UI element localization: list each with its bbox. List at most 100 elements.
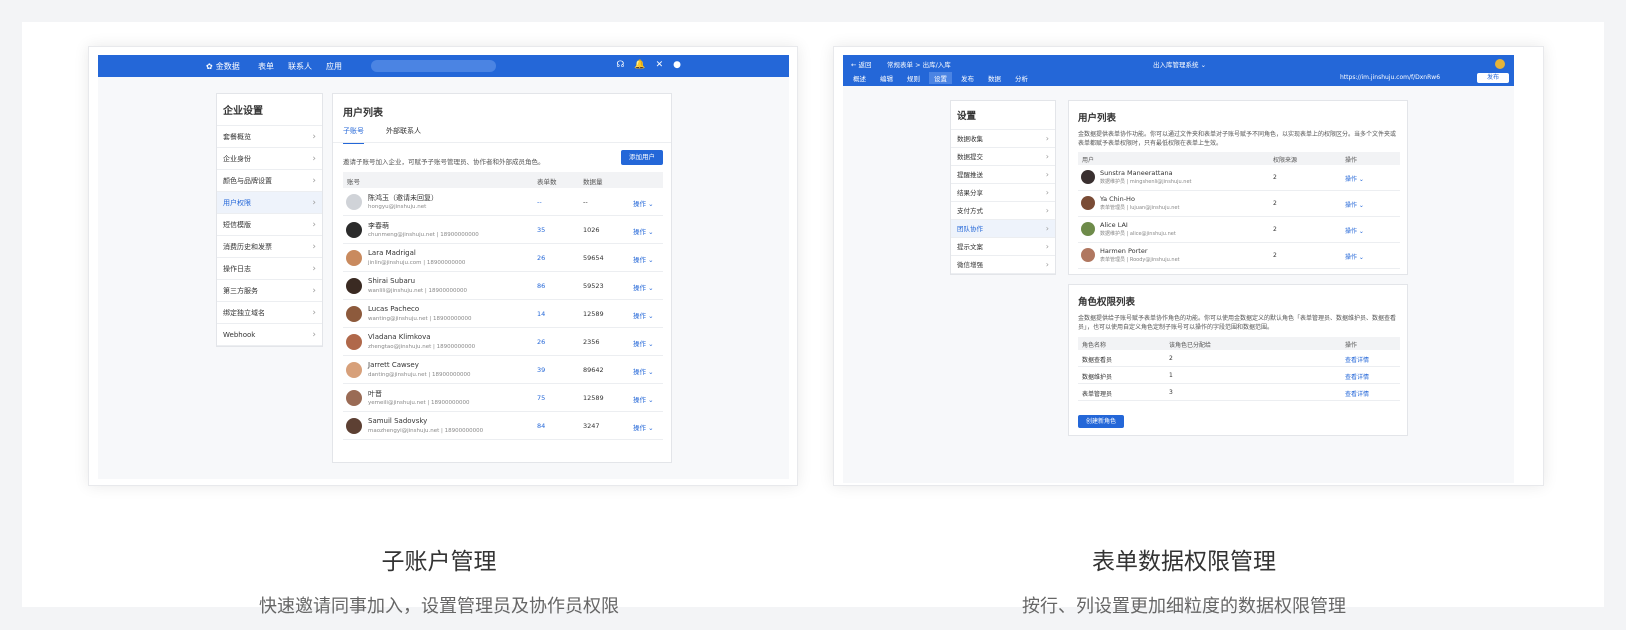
sidebar-item[interactable]: 企业身份 › xyxy=(217,148,322,170)
chevron-down-icon: ⌄ xyxy=(646,312,654,320)
chevron-down-icon: ⌄ xyxy=(1357,254,1364,261)
action-dropdown[interactable]: 操作 ⌄ xyxy=(1345,226,1364,235)
form-title-dropdown[interactable]: 出入库管理系统 ⌄ xyxy=(1153,59,1206,69)
data-count: -- xyxy=(583,198,588,206)
form-topbar: ← 返回 常规表单 > 出库/入库 出入库管理系统 ⌄ 概述 编辑 规则 设置 发布 数据… xyxy=(843,55,1514,86)
sidebar-item[interactable]: 操作日志 › xyxy=(217,258,322,280)
form-count[interactable]: 26 xyxy=(537,338,545,346)
publish-button[interactable]: 发布 xyxy=(1477,73,1509,83)
form-count[interactable]: 84 xyxy=(537,422,545,430)
sidebar-item-label: 短信模版 xyxy=(223,221,251,229)
view-details-link[interactable]: 查看详情 xyxy=(1345,355,1369,364)
stage: ✿ 金数据 表单 联系人 应用 ☊ 🔔 ✕ ● 企业设置 套餐概览 › 企业身份 › 颜色… xyxy=(22,22,1604,617)
sidebar-item[interactable]: 团队协作 › xyxy=(951,220,1055,238)
chevron-right-icon: › xyxy=(1045,134,1049,143)
nav-forms[interactable]: 表单 xyxy=(258,61,274,72)
col-account: 账号 xyxy=(347,178,360,186)
chevron-down-icon: ⌄ xyxy=(646,368,654,376)
nav-contacts[interactable]: 联系人 xyxy=(288,61,312,72)
sidebar-item[interactable]: 短信模版 › xyxy=(217,214,322,236)
add-user-button[interactable]: 添加用户 xyxy=(621,150,663,165)
view-details-link[interactable]: 查看详情 xyxy=(1345,372,1369,381)
action-dropdown[interactable]: 操作 ⌄ xyxy=(633,310,654,320)
sidebar-item[interactable]: Webhook › xyxy=(217,324,322,346)
role-name: 表单管理员 xyxy=(1082,391,1113,398)
bell-icon[interactable]: 🔔 xyxy=(634,60,645,70)
action-dropdown[interactable]: 操作 ⌄ xyxy=(1345,174,1364,183)
action-dropdown[interactable]: 操作 ⌄ xyxy=(1345,252,1364,261)
sidebar-item[interactable]: 颜色与品牌设置 › xyxy=(217,170,322,192)
sidebar-item[interactable]: 数据收集 › xyxy=(951,130,1055,148)
action-label: 操作 xyxy=(633,228,646,236)
form-count[interactable]: 35 xyxy=(537,226,545,234)
back-link[interactable]: ← 返回 xyxy=(851,59,872,69)
tools-icon[interactable]: ✕ xyxy=(656,60,664,70)
tab-0[interactable]: 概述 xyxy=(853,73,866,83)
sidebar-item[interactable]: 提示文案 › xyxy=(951,238,1055,256)
action-dropdown[interactable]: 操作 ⌄ xyxy=(633,198,654,208)
table-row: 李春萌 chunmeng@jinshuju.net | 18900000000 35… xyxy=(343,216,663,244)
tab-1[interactable]: 编辑 xyxy=(880,73,893,83)
chevron-right-icon: › xyxy=(312,198,316,208)
chevron-down-icon: ⌄ xyxy=(1357,176,1364,183)
sidebar-item[interactable]: 结果分享 › xyxy=(951,184,1055,202)
sidebar-item[interactable]: 套餐概览 › xyxy=(217,126,322,148)
tab-2[interactable]: 规则 xyxy=(907,73,920,83)
chevron-down-icon: ⌄ xyxy=(646,256,654,264)
sidebar-item[interactable]: 微信增强 › xyxy=(951,256,1055,274)
form-count[interactable]: 86 xyxy=(537,282,545,290)
sidebar-item[interactable]: 第三方服务 › xyxy=(217,280,322,302)
user-email: wanting@jinshuju.net | 18900000000 xyxy=(368,316,472,322)
search-input[interactable] xyxy=(371,60,496,72)
sidebar-item[interactable]: 支付方式 › xyxy=(951,202,1055,220)
action-dropdown[interactable]: 操作 ⌄ xyxy=(633,366,654,376)
table-header: 用户 权限来源 操作 xyxy=(1078,152,1400,165)
table-row: 表单管理员 3 查看详情 xyxy=(1078,384,1400,401)
content-area: 设置 数据收集 › 数据提交 › 提醒推送 › 结果分享 › 支付方式 › 团队协作 › 提示文案 › 微信… xyxy=(843,86,1514,483)
brand-logo[interactable]: ✿ 金数据 xyxy=(206,61,240,72)
sidebar-item[interactable]: 用户权限 › xyxy=(217,192,322,214)
sidebar-item[interactable]: 数据提交 › xyxy=(951,148,1055,166)
sidebar-title: 企业设置 xyxy=(217,94,322,126)
action-dropdown[interactable]: 操作 ⌄ xyxy=(633,394,654,404)
form-count[interactable]: -- xyxy=(537,198,542,206)
view-details-link[interactable]: 查看详情 xyxy=(1345,389,1369,398)
avatar xyxy=(1081,222,1095,236)
headset-icon[interactable]: ☊ xyxy=(616,60,624,70)
action-dropdown[interactable]: 操作 ⌄ xyxy=(633,226,654,236)
form-count[interactable]: 14 xyxy=(537,310,545,318)
settings-sidebar: 设置 数据收集 › 数据提交 › 提醒推送 › 结果分享 › 支付方式 › 团队协作 › 提示文案 › 微信… xyxy=(950,100,1056,275)
action-dropdown[interactable]: 操作 ⌄ xyxy=(633,282,654,292)
chevron-right-icon: › xyxy=(1045,260,1049,269)
avatar xyxy=(1081,170,1095,184)
create-role-button[interactable]: 创建新角色 xyxy=(1078,415,1124,428)
tab-4[interactable]: 发布 xyxy=(961,73,974,83)
form-count[interactable]: 39 xyxy=(537,366,545,374)
col-role-name: 角色名称 xyxy=(1082,342,1107,349)
breadcrumb[interactable]: 常规表单 > 出库/入库 xyxy=(887,59,951,69)
form-url[interactable]: https://im.jinshuju.com/f/DxnRw6 xyxy=(1340,74,1440,81)
action-dropdown[interactable]: 操作 ⌄ xyxy=(1345,200,1364,209)
user-role-email: 数据维护员 | alice@jinshuju.net xyxy=(1100,231,1176,237)
chevron-right-icon: › xyxy=(1045,242,1049,251)
tab-3[interactable]: 设置 xyxy=(929,72,952,84)
chevron-right-icon: › xyxy=(1045,152,1049,161)
form-count[interactable]: 75 xyxy=(537,394,545,402)
action-dropdown[interactable]: 操作 ⌄ xyxy=(633,254,654,264)
action-dropdown[interactable]: 操作 ⌄ xyxy=(633,422,654,432)
avatar[interactable] xyxy=(1495,59,1505,69)
chevron-down-icon: ⌄ xyxy=(646,228,654,236)
sidebar-item[interactable]: 绑定独立域名 › xyxy=(217,302,322,324)
sidebar-item[interactable]: 提醒推送 › xyxy=(951,166,1055,184)
nav-apps[interactable]: 应用 xyxy=(326,61,342,72)
avatar-icon[interactable]: ● xyxy=(673,60,681,70)
action-dropdown[interactable]: 操作 ⌄ xyxy=(633,338,654,348)
user-email: yemeili@jinshuju.net | 18900000000 xyxy=(368,400,470,406)
col-forms: 表单数 xyxy=(537,178,557,186)
sidebar-item[interactable]: 消费历史和发票 › xyxy=(217,236,322,258)
tab-5[interactable]: 数据 xyxy=(988,73,1001,83)
sidebar-item-label: Webhook xyxy=(223,331,256,339)
tab-6[interactable]: 分析 xyxy=(1015,73,1028,83)
form-count[interactable]: 26 xyxy=(537,254,545,262)
table-row: Sunstra Maneerattana 数据维护员 | mingshenli@j… xyxy=(1078,165,1400,191)
